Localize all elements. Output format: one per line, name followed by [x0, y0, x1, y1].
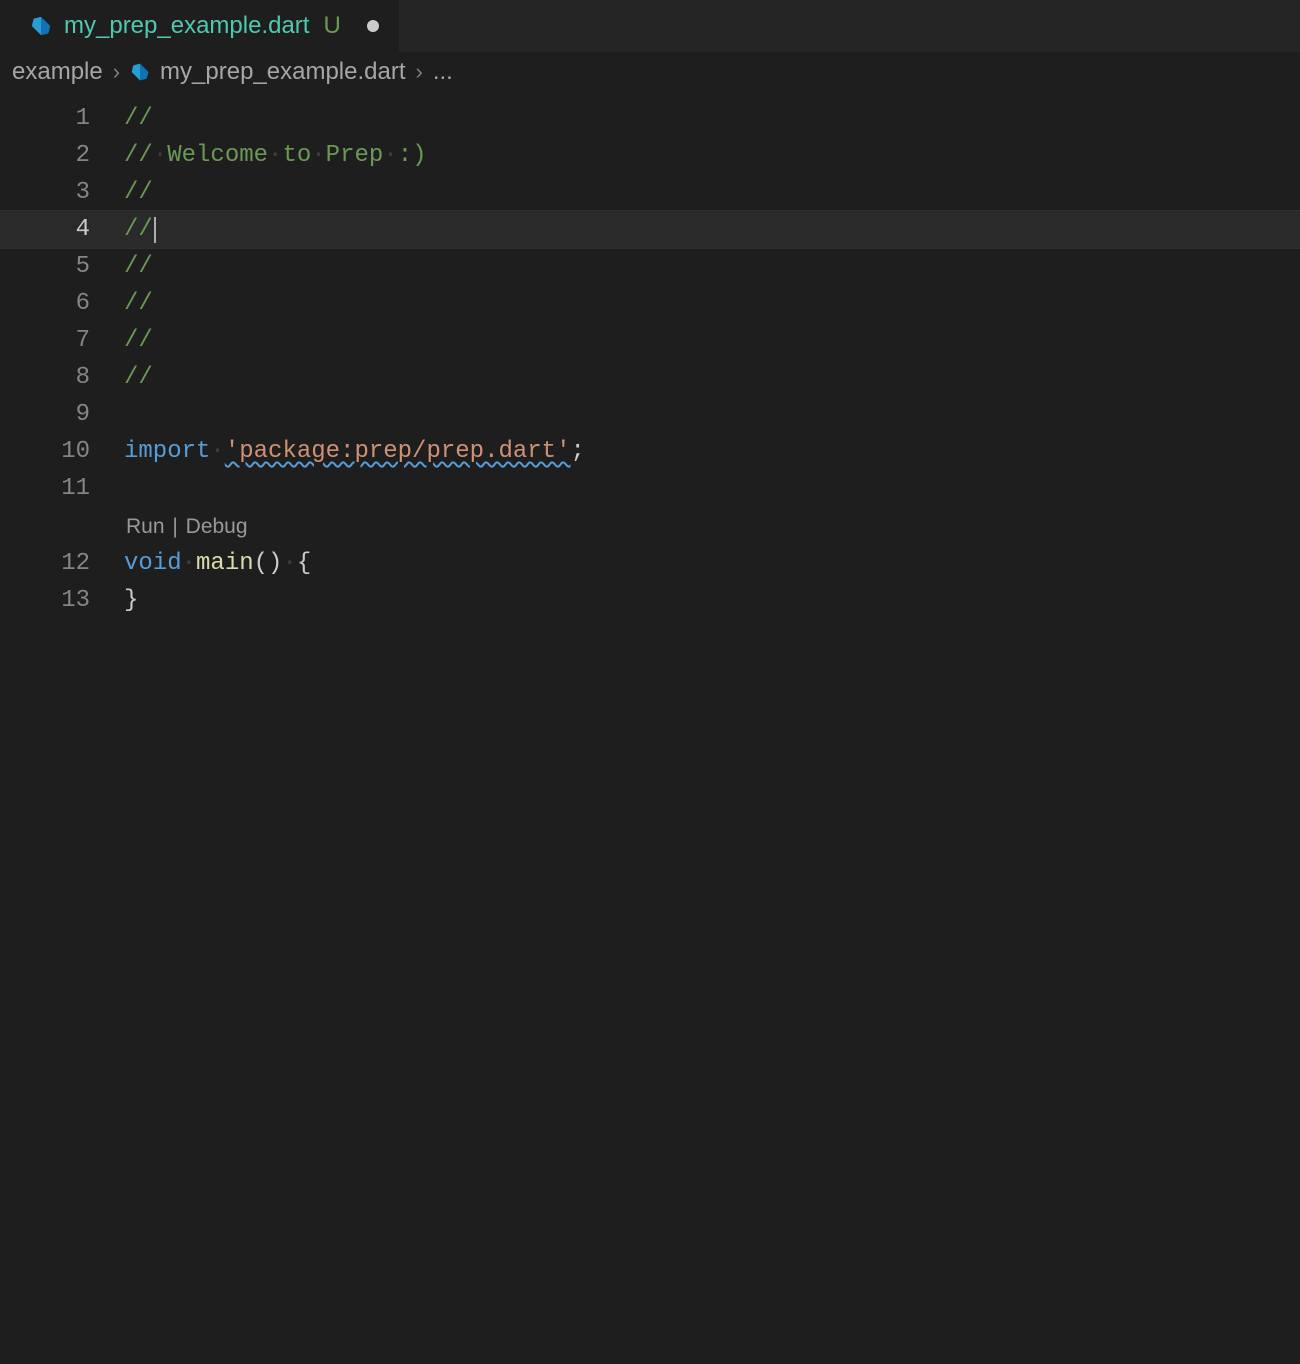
code-content: // — [124, 359, 153, 396]
breadcrumb-folder-label: example — [12, 58, 103, 86]
editor-tab[interactable]: my_prep_example.dart U — [0, 0, 400, 52]
code-line[interactable]: 13 } — [0, 582, 1300, 619]
tab-filename: my_prep_example.dart — [64, 12, 309, 40]
code-content: } — [124, 582, 138, 619]
dart-file-icon — [30, 15, 52, 37]
code-line[interactable]: 9 — [0, 396, 1300, 433]
codelens-run[interactable]: Run — [126, 515, 165, 538]
chevron-right-icon: › — [113, 59, 120, 85]
code-line[interactable]: 5 // — [0, 248, 1300, 285]
line-number — [0, 511, 124, 543]
line-number: 8 — [0, 359, 124, 396]
breadcrumb-file-label: my_prep_example.dart — [160, 58, 405, 86]
line-number: 5 — [0, 248, 124, 285]
chevron-right-icon: › — [416, 59, 423, 85]
codelens-debug[interactable]: Debug — [186, 515, 248, 538]
tab-bar: my_prep_example.dart U — [0, 0, 1300, 52]
line-number: 9 — [0, 396, 124, 433]
line-number: 11 — [0, 470, 124, 507]
line-number: 4 — [0, 211, 124, 248]
line-number: 7 — [0, 322, 124, 359]
code-line[interactable]: 1 // — [0, 100, 1300, 137]
line-number: 6 — [0, 285, 124, 322]
code-content: //·Welcome·to·Prep·:) — [124, 137, 427, 174]
line-number: 10 — [0, 433, 124, 470]
code-content: // — [124, 248, 153, 285]
code-content: // — [124, 174, 153, 211]
breadcrumb-symbol-label: ... — [433, 58, 453, 86]
code-line[interactable]: 6 // — [0, 285, 1300, 322]
text-cursor — [154, 217, 156, 243]
dart-file-icon — [130, 62, 150, 82]
code-line[interactable]: 7 // — [0, 322, 1300, 359]
code-content: void·main()·{ — [124, 545, 311, 582]
code-content: // — [124, 285, 153, 322]
breadcrumb-file[interactable]: my_prep_example.dart — [130, 58, 405, 86]
code-content: // — [124, 211, 156, 248]
code-line[interactable]: 12 void·main()·{ — [0, 545, 1300, 582]
line-number: 12 — [0, 545, 124, 582]
line-number: 13 — [0, 582, 124, 619]
breadcrumb-symbol[interactable]: ... — [433, 58, 453, 86]
code-line[interactable]: 3 // — [0, 174, 1300, 211]
code-line[interactable]: 8 // — [0, 359, 1300, 396]
code-editor[interactable]: 1 // 2 //·Welcome·to·Prep·:) 3 // 4 // 5… — [0, 92, 1300, 619]
codelens-row: Run | Debug — [0, 511, 1300, 543]
tab-git-status: U — [323, 12, 340, 40]
code-content: import·'package:prep/prep.dart'; — [124, 433, 585, 470]
code-content: // — [124, 100, 153, 137]
breadcrumb-folder[interactable]: example — [12, 58, 103, 86]
breadcrumb: example › my_prep_example.dart › ... — [0, 52, 1300, 92]
line-number: 2 — [0, 137, 124, 174]
code-line[interactable]: 2 //·Welcome·to·Prep·:) — [0, 137, 1300, 174]
line-number: 1 — [0, 100, 124, 137]
line-number: 3 — [0, 174, 124, 211]
code-line[interactable]: 4 // — [0, 211, 1300, 248]
code-content: // — [124, 322, 153, 359]
code-line[interactable]: 11 — [0, 470, 1300, 507]
code-line[interactable]: 10 import·'package:prep/prep.dart'; — [0, 433, 1300, 470]
codelens: Run | Debug — [124, 511, 248, 543]
unsaved-indicator-icon[interactable] — [367, 20, 379, 32]
